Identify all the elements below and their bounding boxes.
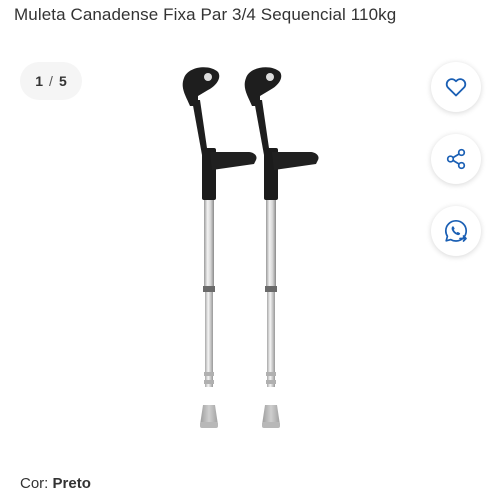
share-icon — [446, 148, 466, 170]
crutches-illustration — [182, 67, 319, 428]
favorite-button[interactable] — [431, 62, 481, 112]
share-button[interactable] — [431, 134, 481, 184]
crutch-left — [182, 67, 257, 428]
variant-color: Cor: Preto — [20, 475, 91, 492]
image-counter-separator: / — [49, 73, 53, 89]
product-title: Muleta Canadense Fixa Par 3/4 Sequencial… — [14, 5, 397, 24]
image-counter: 1 / 5 — [20, 62, 82, 100]
whatsapp-icon — [444, 219, 468, 242]
product-image[interactable] — [150, 60, 350, 440]
whatsapp-button[interactable] — [431, 206, 481, 256]
heart-icon — [445, 78, 467, 97]
image-counter-total: 5 — [58, 73, 67, 89]
variant-color-value: Preto — [52, 475, 91, 492]
crutch-right — [244, 67, 319, 428]
image-counter-current: 1 — [35, 73, 44, 89]
variant-color-label: Cor: — [20, 475, 49, 492]
